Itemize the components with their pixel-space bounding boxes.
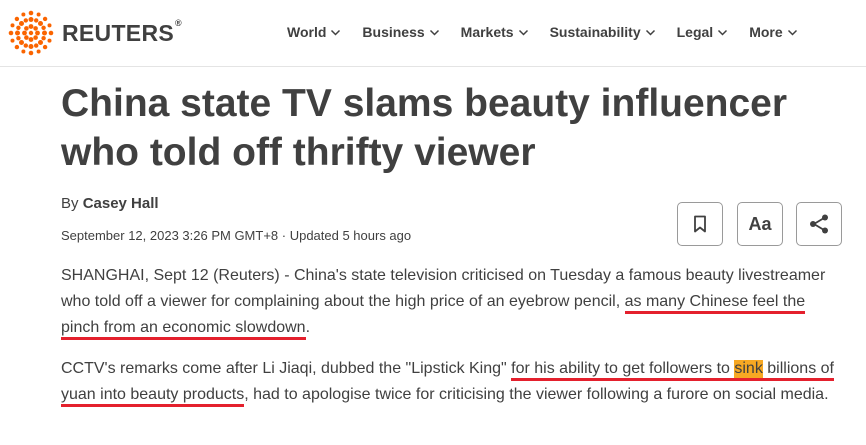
chevron-down-icon bbox=[718, 29, 728, 36]
paragraph-text: , had to apologise twice for criticising… bbox=[244, 386, 829, 403]
article-paragraph-2: CCTV's remarks come after Li Jiaqi, dubb… bbox=[61, 356, 841, 408]
bookmark-icon bbox=[694, 215, 706, 233]
nav-item-label: Legal bbox=[676, 24, 714, 40]
nav-item-label: More bbox=[749, 24, 783, 40]
nav-item-label: Markets bbox=[460, 24, 514, 40]
font-size-icon: Aa bbox=[748, 213, 772, 234]
nav-item-label: World bbox=[287, 24, 327, 40]
chevron-down-icon bbox=[787, 29, 797, 36]
nav-item-world[interactable]: World bbox=[287, 22, 341, 42]
nav-item-label: Sustainability bbox=[549, 24, 641, 40]
reuters-logo-icon bbox=[8, 10, 54, 56]
chevron-down-icon bbox=[331, 29, 341, 36]
chevron-down-icon bbox=[518, 29, 528, 36]
highlighted-word: sink bbox=[734, 360, 763, 381]
site-header: REUTERS® World Business Markets Sustaina… bbox=[0, 0, 866, 67]
main-nav: World Business Markets Sustainability Le… bbox=[287, 22, 819, 42]
dateline: September 12, 2023 3:26 PM GMT+8 · Updat… bbox=[61, 228, 412, 243]
nav-item-legal[interactable]: Legal bbox=[677, 22, 729, 42]
nav-item-business[interactable]: Business bbox=[362, 22, 439, 42]
headline-line-1: China state TV slams beauty influencer bbox=[61, 82, 788, 125]
article-headline: China state TV slams beauty influencer w… bbox=[61, 79, 821, 177]
share-icon bbox=[810, 214, 828, 234]
chevron-down-icon bbox=[429, 29, 439, 36]
byline: By Casey Hall bbox=[61, 195, 159, 212]
underlined-passage: for his ability to get followers to bbox=[511, 360, 735, 381]
font-size-button[interactable]: Aa bbox=[737, 202, 783, 246]
chevron-down-icon bbox=[645, 29, 655, 36]
nav-item-sustainability[interactable]: Sustainability bbox=[550, 22, 656, 42]
article-paragraph-1: SHANGHAI, Sept 12 (Reuters) - China's st… bbox=[61, 263, 841, 341]
share-button[interactable] bbox=[796, 202, 842, 246]
headline-line-2: who told off thrifty viewer bbox=[61, 131, 536, 174]
nav-item-more[interactable]: More bbox=[749, 22, 797, 42]
nav-item-label: Business bbox=[362, 24, 425, 40]
paragraph-text: . bbox=[305, 319, 311, 336]
nav-item-markets[interactable]: Markets bbox=[461, 22, 529, 42]
reuters-logo[interactable]: REUTERS® bbox=[8, 10, 182, 56]
reuters-wordmark: REUTERS® bbox=[62, 17, 182, 46]
bookmark-button[interactable] bbox=[677, 202, 723, 246]
author-link[interactable]: Casey Hall bbox=[83, 195, 159, 212]
byline-prefix: By bbox=[61, 195, 79, 212]
paragraph-text: CCTV's remarks come after Li Jiaqi, dubb… bbox=[61, 360, 512, 377]
